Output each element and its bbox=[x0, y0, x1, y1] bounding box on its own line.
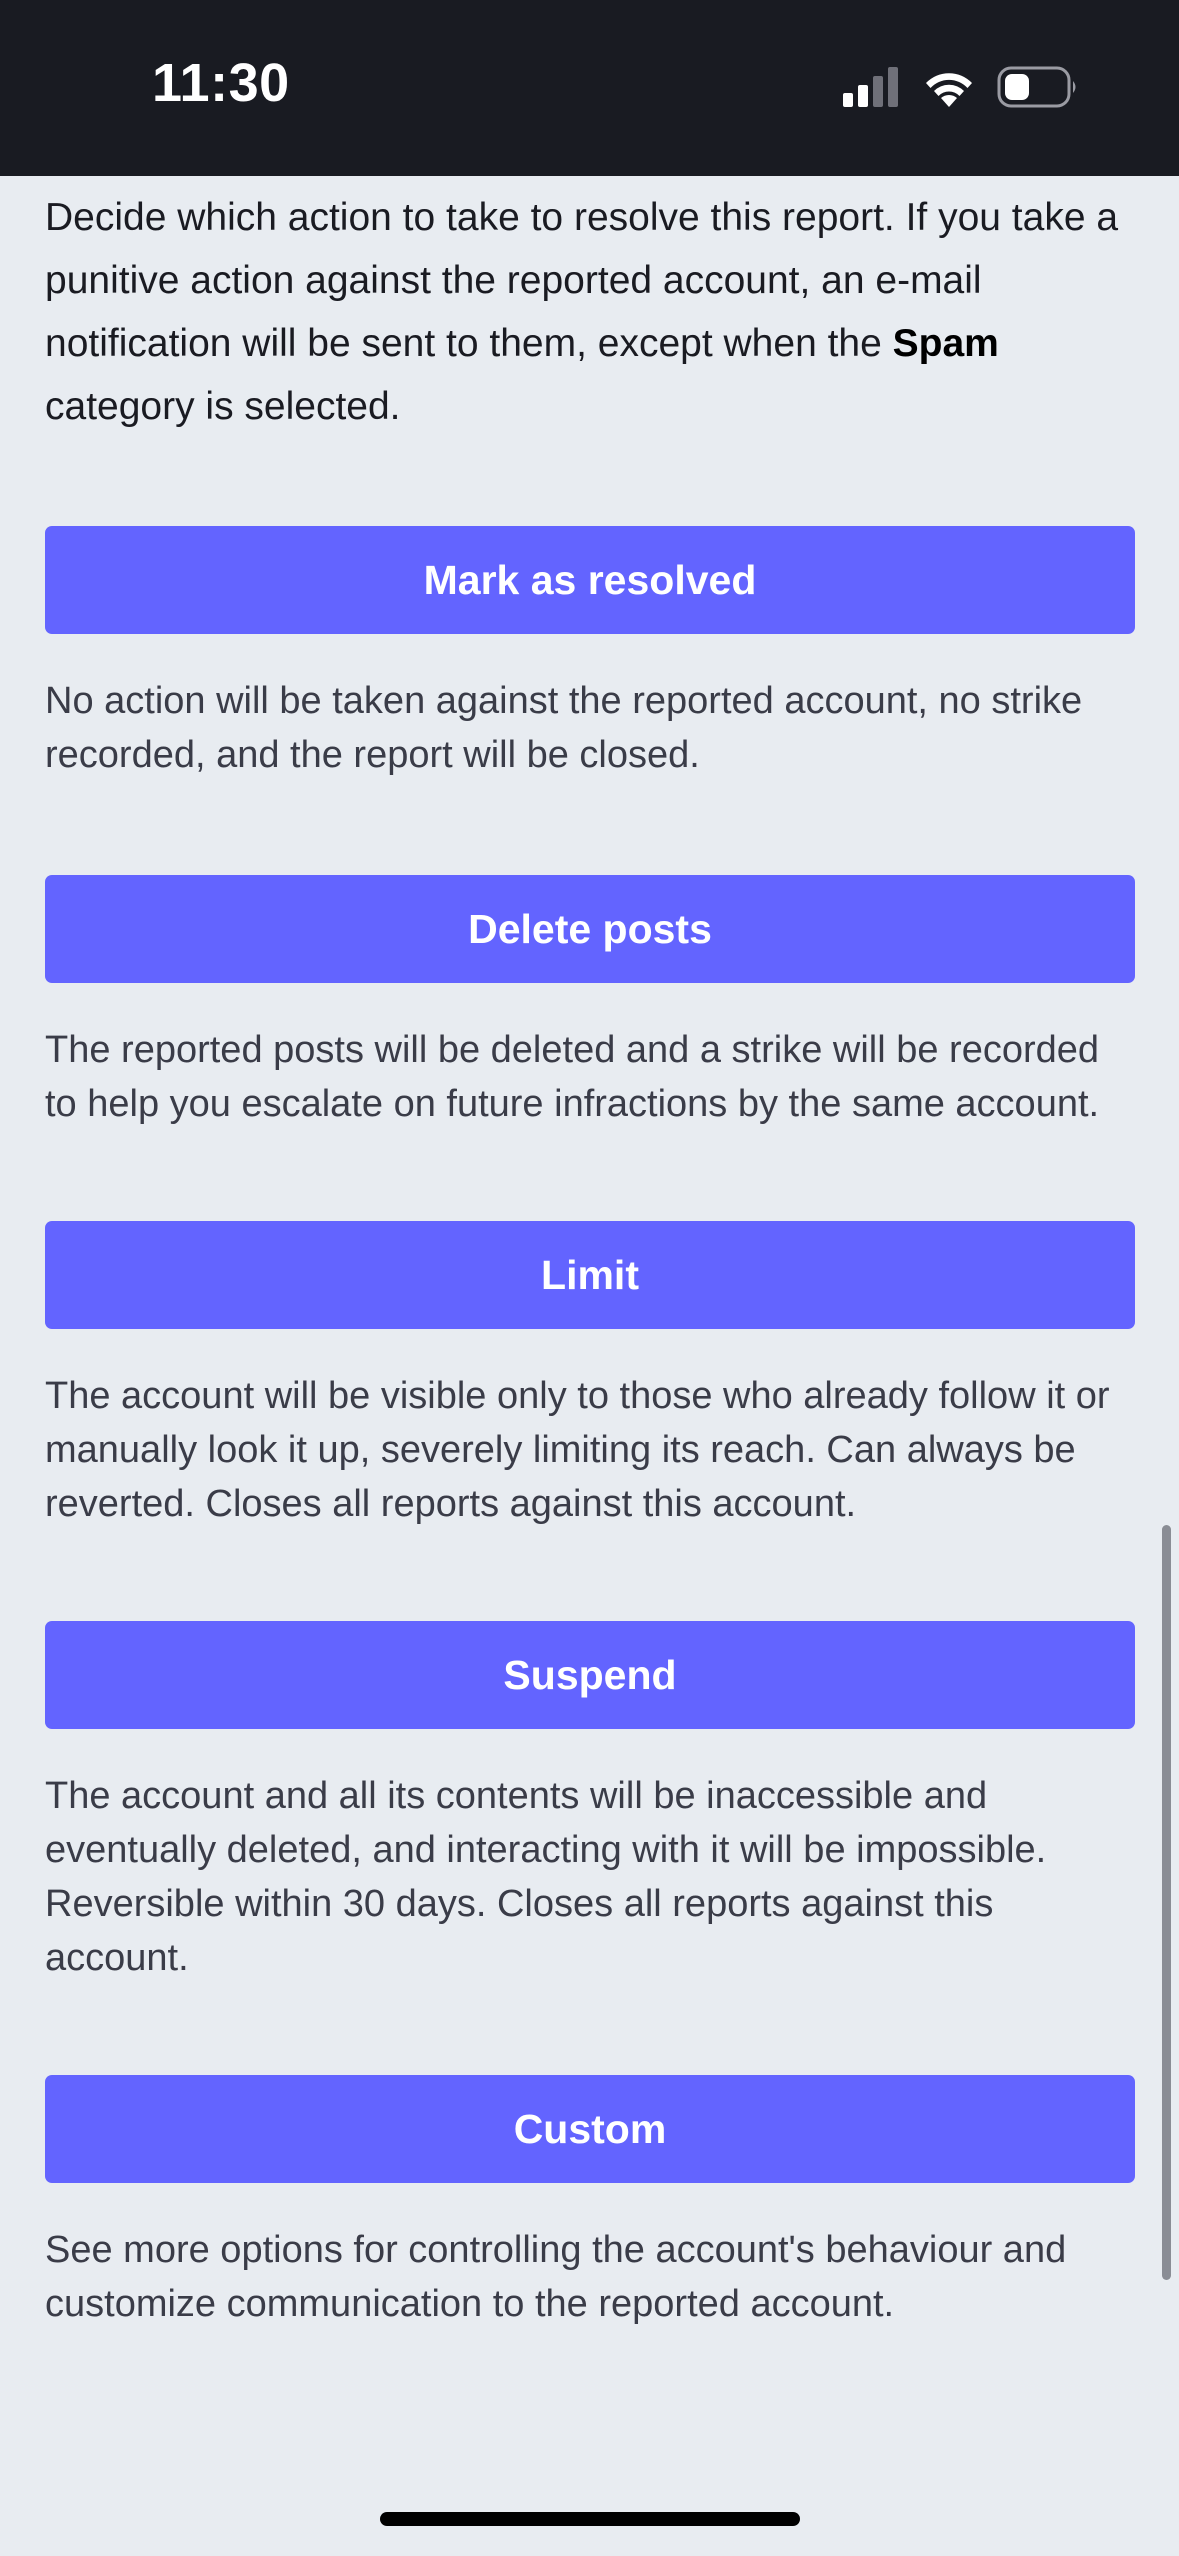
suspend-button[interactable]: Suspend bbox=[45, 1621, 1135, 1729]
status-icons bbox=[843, 62, 1079, 112]
spam-category-label: Spam bbox=[892, 322, 999, 365]
limit-button[interactable]: Limit bbox=[45, 1221, 1135, 1329]
battery-icon bbox=[997, 66, 1076, 108]
delete-posts-description: The reported posts will be deleted and a… bbox=[45, 1029, 1100, 1125]
limit-description: The account will be visible only to thos… bbox=[45, 1375, 1110, 1525]
status-bar: 11:30 bbox=[0, 0, 1179, 176]
custom-button[interactable]: Custom bbox=[45, 2075, 1135, 2183]
suspend-description: The account and all its contents will be… bbox=[45, 1775, 1047, 1979]
home-indicator[interactable] bbox=[380, 2512, 800, 2526]
scrollbar[interactable] bbox=[1162, 1525, 1171, 2280]
status-time: 11:30 bbox=[152, 53, 290, 113]
intro-text: Decide which action to take to resolve t… bbox=[45, 186, 1135, 438]
delete-posts-button[interactable]: Delete posts bbox=[45, 875, 1135, 983]
report-actions-panel: Decide which action to take to resolve t… bbox=[45, 176, 1135, 2331]
mark-as-resolved-button[interactable]: Mark as resolved bbox=[45, 526, 1135, 634]
cellular-signal-icon bbox=[843, 67, 898, 107]
wifi-icon bbox=[926, 73, 972, 107]
intro-text-end: category is selected. bbox=[45, 385, 401, 428]
mark-as-resolved-description: No action will be taken against the repo… bbox=[45, 680, 1083, 776]
custom-description: See more options for controlling the acc… bbox=[45, 2229, 1067, 2325]
